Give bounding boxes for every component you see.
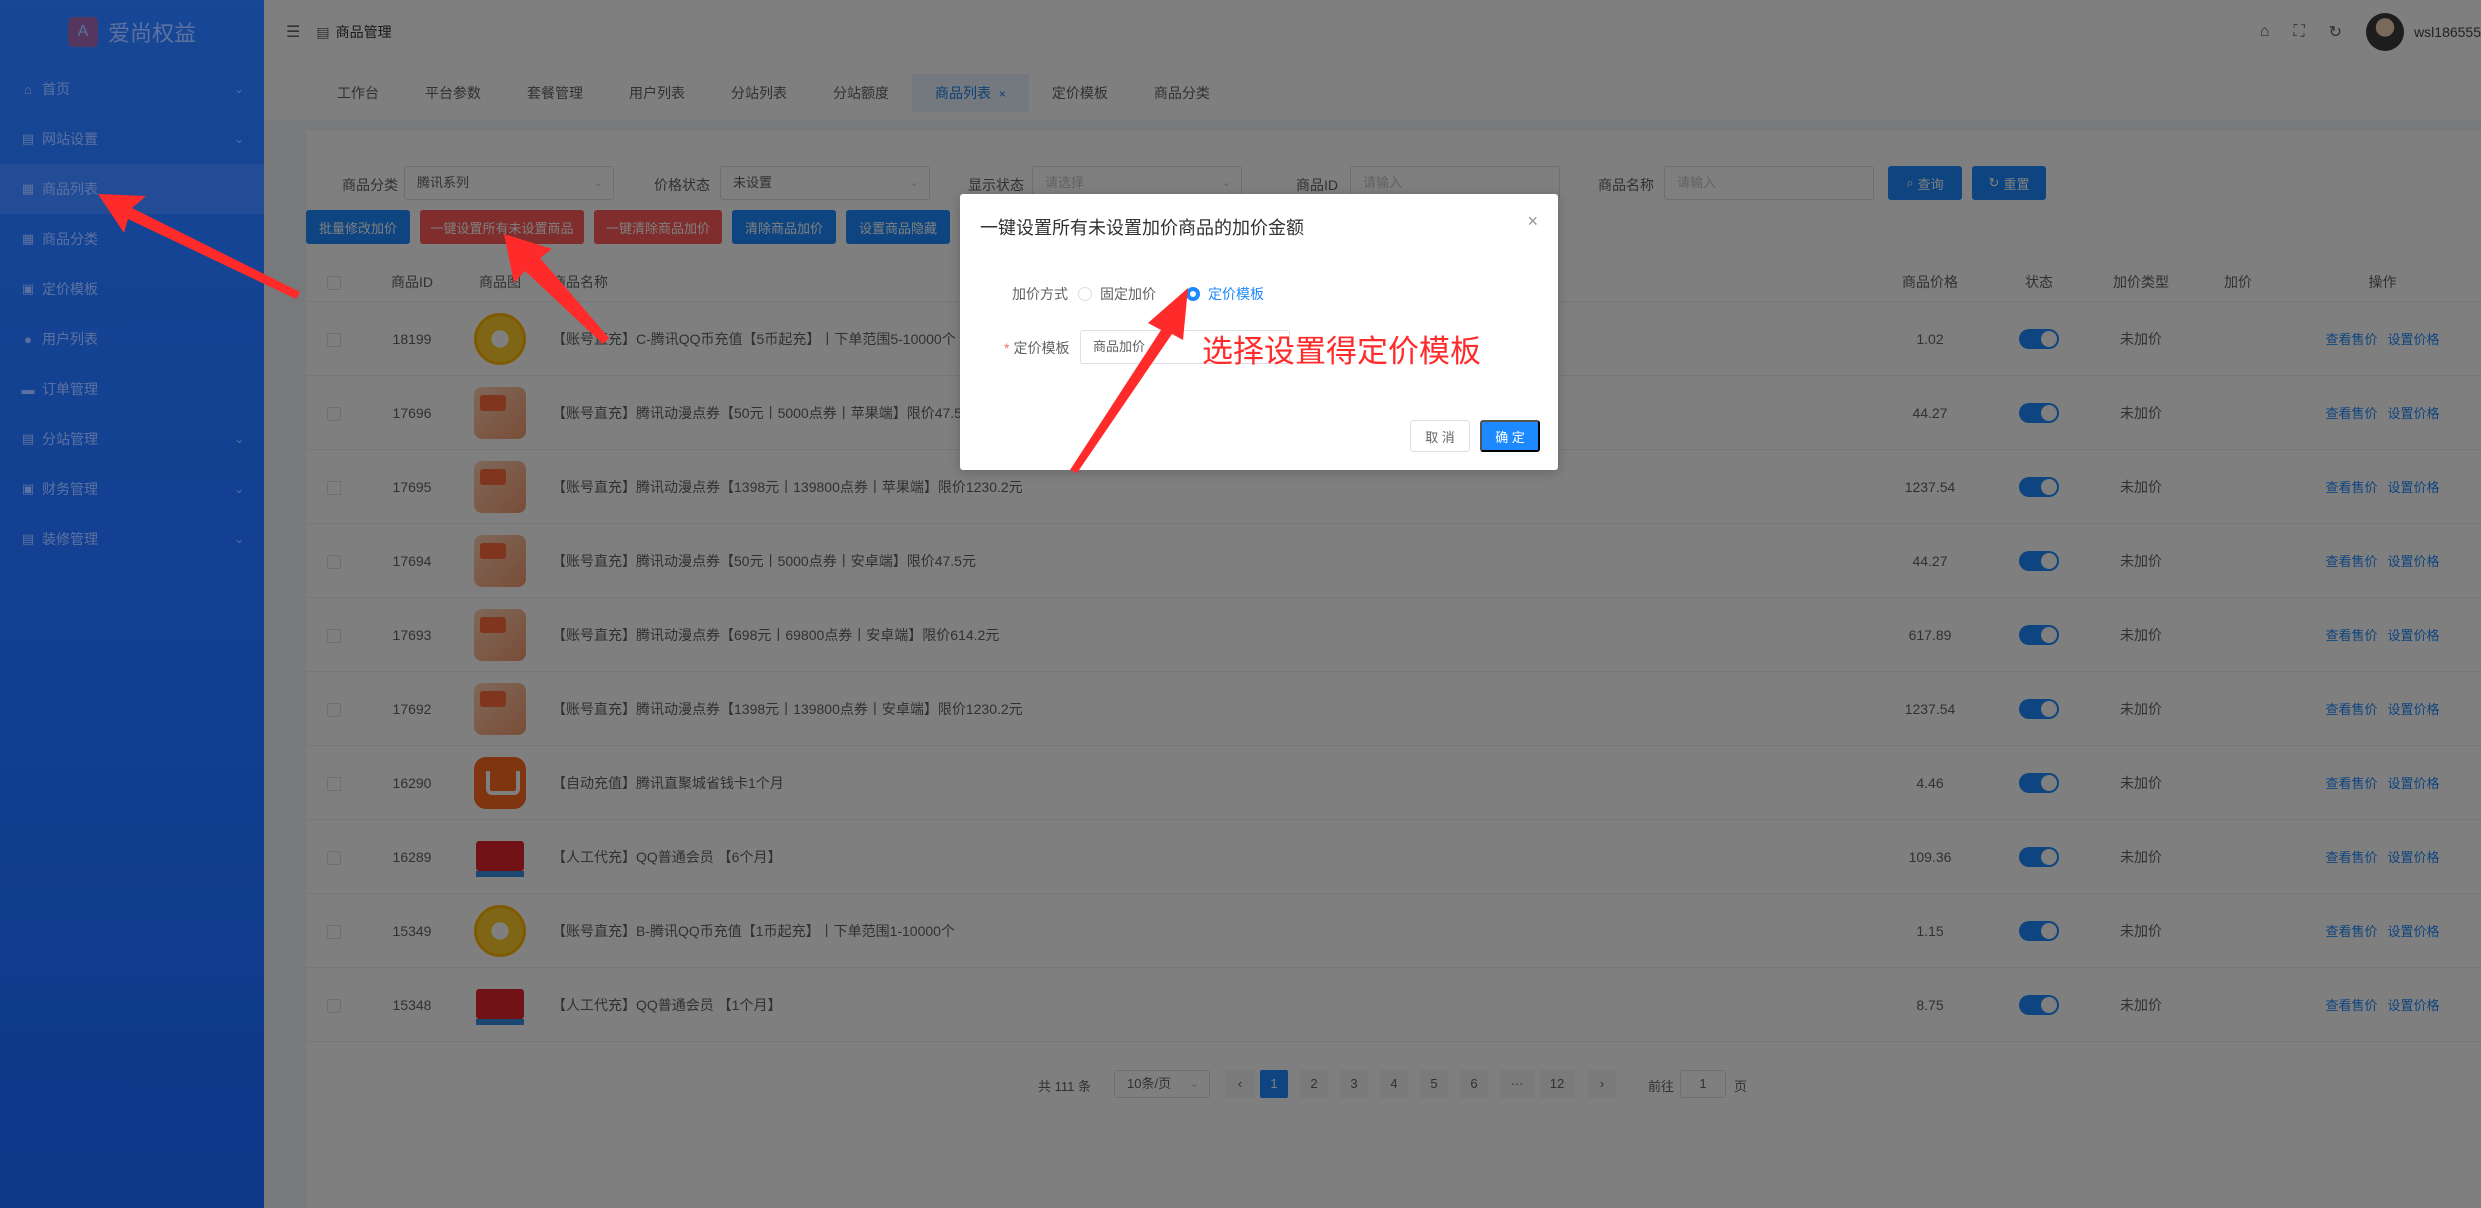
arrow-to-sidebar [98,194,300,299]
app-root: A 爱尚权益 ⌂ 首页 ⌄ ▤ 网站设置 ⌄ ▦ 商品列表 ▦ 商品分类 ▣ 定价模板 ● 用户列表 ▬ 订单… [0,0,2481,1208]
arrow-to-set-all-button [504,234,609,344]
arrow-to-template-radio [1070,288,1188,473]
annotation-text: 选择设置得定价模板 [1202,334,1481,369]
annotation-arrows [98,194,1188,473]
